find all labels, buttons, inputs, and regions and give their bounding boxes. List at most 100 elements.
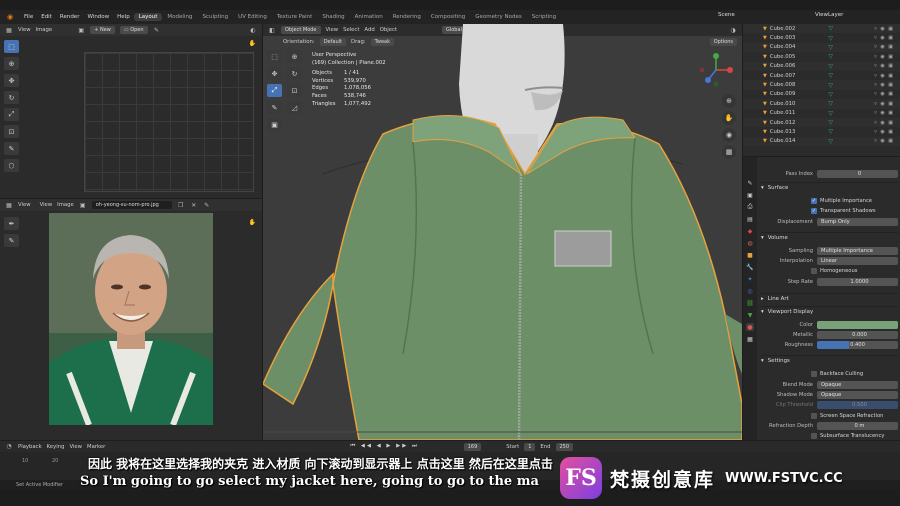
color-swatch[interactable] — [817, 320, 898, 329]
outliner-item[interactable]: ▼ Cube.004 ▽ ▿ ◉ ▣ — [743, 42, 900, 53]
keying-menu[interactable]: Keying — [47, 444, 65, 450]
outliner-item[interactable]: ▼ Cube.013 ▽ ▿ ◉ ▣ — [743, 127, 900, 136]
outliner-item[interactable]: ▼ Cube.012 ▽ ▿ ◉ ▣ — [743, 117, 900, 128]
data-tab-icon[interactable]: ▼ — [746, 311, 754, 319]
visibility-toggles-icon[interactable]: ▿ ◉ ▣ — [874, 129, 894, 135]
annotate-tool-icon[interactable]: ✎ — [267, 101, 282, 114]
uv-grid[interactable] — [84, 52, 254, 192]
scale-tool-icon[interactable]: ⤢ — [4, 108, 19, 121]
transform-tool-icon[interactable]: ⊡ — [287, 84, 302, 97]
uv-menu-view[interactable]: View — [18, 27, 31, 33]
pass-index-field[interactable]: 0 — [817, 169, 898, 178]
tab-scripting[interactable]: Scripting — [527, 13, 561, 21]
outliner-item[interactable]: ▼ Cube.007 ▽ ▿ ◉ ▣ — [743, 71, 900, 80]
zoom-icon[interactable]: ⊕ — [722, 94, 736, 108]
hand-pan-icon[interactable]: ✋ — [249, 219, 256, 226]
view-layer-tab-icon[interactable]: ▤ — [746, 215, 754, 223]
tab-rendering[interactable]: Rendering — [388, 13, 426, 21]
outliner-item[interactable]: ▼ Cube.014 ▽ ▿ ◉ ▣ — [743, 136, 900, 147]
world-tab-icon[interactable]: ◍ — [746, 239, 754, 247]
hand-pan-icon[interactable]: ✋ — [249, 40, 256, 47]
shadow-mode-dropdown[interactable]: Opaque — [817, 390, 898, 399]
outliner-item[interactable]: ▼ Cube.010 ▽ ▿ ◉ ▣ — [743, 99, 900, 109]
transform-tool-icon[interactable]: ⊡ — [4, 125, 19, 138]
menu-file[interactable]: File — [20, 14, 37, 20]
outliner-item[interactable]: ▼ Cube.005 ▽ ▿ ◉ ▣ — [743, 52, 900, 61]
tab-animation[interactable]: Animation — [350, 13, 388, 21]
move-tool-icon[interactable]: ✥ — [267, 67, 282, 80]
visibility-toggles-icon[interactable]: ▿ ◉ ▣ — [874, 82, 894, 88]
visibility-toggles-icon[interactable]: ▿ ◉ ▣ — [874, 63, 894, 69]
output-tab-icon[interactable]: ⎙ — [746, 203, 754, 211]
marker-menu[interactable]: Marker — [87, 444, 105, 450]
step-rate-field[interactable]: 1.0000 — [817, 277, 898, 286]
surface-section-header[interactable]: ▾ Surface — [761, 182, 898, 192]
outliner-item[interactable]: ▼ Cube.008 ▽ ▿ ◉ ▣ — [743, 80, 900, 90]
visibility-toggles-icon[interactable]: ▿ ◉ ▣ — [874, 26, 894, 32]
menu-edit[interactable]: Edit — [37, 14, 56, 20]
cursor-tool-icon[interactable]: ⊕ — [4, 57, 19, 70]
object-tab-icon[interactable]: ■ — [746, 251, 754, 259]
display-channels-icon[interactable]: ◐ — [249, 26, 257, 34]
open-image-button[interactable]: ▭ Open — [119, 26, 148, 34]
playback-controls[interactable]: ⏮ ◀◀ ◀ ▶ ▶▶ ⏭ — [350, 443, 418, 450]
menu-window[interactable]: Window — [83, 14, 113, 20]
visibility-toggles-icon[interactable]: ▿ ◉ ▣ — [874, 110, 894, 116]
line-art-section-header[interactable]: ▸ Line Art — [761, 293, 898, 303]
annotate-tool-icon[interactable]: ✎ — [4, 142, 19, 155]
particles-tab-icon[interactable]: ✦ — [746, 275, 754, 283]
menu-render[interactable]: Render — [56, 14, 84, 20]
image-unlink-icon[interactable]: ✕ — [190, 201, 198, 209]
displacement-dropdown[interactable]: Bump Only — [817, 217, 898, 226]
tab-layout[interactable]: Layout — [133, 13, 163, 21]
volume-section-header[interactable]: ▾ Volume — [761, 232, 898, 242]
add-cube-tool-icon[interactable]: ▣ — [267, 118, 282, 131]
image-menu-view[interactable]: View — [40, 202, 53, 208]
sample-tool-icon[interactable]: ✒ — [4, 217, 19, 230]
texture-tab-icon[interactable]: ▦ — [746, 335, 754, 343]
pan-hand-icon[interactable]: ✋ — [722, 111, 736, 125]
outliner-item[interactable]: ▼ Cube.009 ▽ ▿ ◉ ▣ — [743, 90, 900, 99]
backface-culling-checkbox[interactable] — [811, 370, 817, 377]
tab-uv-editing[interactable]: UV Editing — [233, 13, 272, 21]
homogeneous-checkbox[interactable] — [811, 267, 817, 274]
outliner-item[interactable]: ▼ Cube.011 ▽ ▿ ◉ ▣ — [743, 109, 900, 118]
tab-compositing[interactable]: Compositing — [426, 13, 470, 21]
outliner-item[interactable]: ▼ Cube.002 ▽ ▿ ◉ ▣ — [743, 24, 900, 34]
modifier-tab-icon[interactable]: 🔧 — [746, 263, 754, 271]
rotate-tool-icon[interactable]: ↻ — [4, 91, 19, 104]
visibility-toggles-icon[interactable]: ▿ ◉ ▣ — [874, 44, 894, 50]
scene-tab-icon[interactable]: ◆ — [746, 227, 754, 235]
image-browse-icon[interactable]: ▣ — [77, 26, 85, 34]
constraints-tab-icon[interactable]: ⛓ — [746, 299, 754, 307]
roughness-slider[interactable]: 0.400 — [817, 340, 898, 349]
tab-geometry-nodes[interactable]: Geometry Nodes — [470, 13, 526, 21]
material-tab-icon[interactable]: ● — [746, 323, 754, 331]
sampling-dropdown[interactable]: Multiple Importance — [817, 246, 898, 255]
image-menu-view-dropdown[interactable]: View — [18, 202, 31, 208]
visibility-toggles-icon[interactable]: ▿ ◉ ▣ — [874, 91, 894, 97]
subsurface-translucency-checkbox[interactable] — [811, 432, 817, 439]
visibility-toggles-icon[interactable]: ▿ ◉ ▣ — [874, 73, 894, 79]
cursor-tool-icon[interactable]: ⊕ — [287, 50, 302, 63]
uv-menu-image[interactable]: Image — [36, 27, 53, 33]
scene-selector[interactable]: Scene — [718, 12, 735, 18]
render-tab-icon[interactable]: ▣ — [746, 191, 754, 199]
refraction-depth-field[interactable]: 0 m — [817, 421, 898, 430]
editor-type-icon[interactable]: ▦ — [5, 201, 13, 209]
image-browse-icon[interactable]: ▣ — [79, 201, 87, 209]
start-frame-field[interactable]: 1 — [524, 442, 536, 451]
editor-type-icon[interactable]: ◔ — [5, 443, 13, 451]
view-menu[interactable]: View — [69, 444, 82, 450]
outliner-item[interactable]: ▼ Cube.003 ▽ ▿ ◉ ▣ — [743, 33, 900, 42]
multiple-importance-checkbox[interactable]: ✓ — [811, 197, 817, 204]
playback-menu[interactable]: Playback — [18, 444, 42, 450]
image-copy-icon[interactable]: ❐ — [177, 201, 185, 209]
select-tool-icon[interactable]: ⬚ — [4, 40, 19, 53]
pin-icon[interactable]: ✎ — [203, 201, 211, 209]
rotate-tool-icon[interactable]: ↻ — [287, 67, 302, 80]
annotate-tool-icon[interactable]: ✎ — [4, 234, 19, 247]
editor-type-icon[interactable]: ▦ — [5, 26, 13, 34]
settings-section-header[interactable]: ▾ Settings — [761, 355, 898, 365]
move-tool-icon[interactable]: ✥ — [4, 74, 19, 87]
